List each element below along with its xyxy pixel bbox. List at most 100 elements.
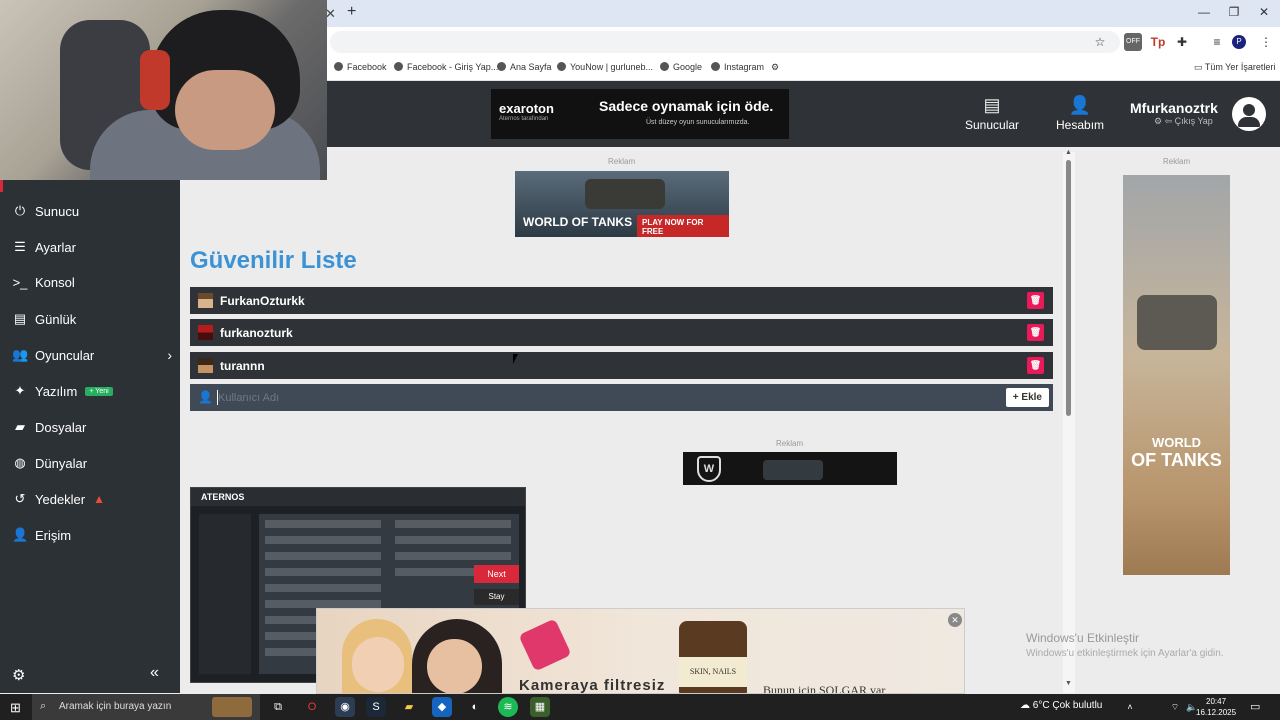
user-gear-icon: 👤 [1068, 95, 1092, 115]
avatar[interactable] [1232, 97, 1266, 131]
sidebar-item-console[interactable]: >_ Konsol [12, 275, 172, 290]
whitelist-row: furkanozturk 🗑 [190, 319, 1053, 346]
folder-icon: ▰ [15, 419, 25, 434]
page-scrollbar[interactable]: ▲ ▼ [1063, 149, 1075, 693]
solgar-bottom-ad[interactable]: SKIN, NAILS Kameraya filtresiz Bunun içi… [316, 608, 965, 694]
wot-banner-top[interactable]: WORLD OF TANKS PLAY NOW FOR FREE [515, 171, 729, 237]
spotify-icon[interactable]: ≋ [498, 697, 518, 717]
wot-banner-middle[interactable]: W [683, 452, 897, 485]
media-icon[interactable]: ≡ [1208, 33, 1226, 51]
sidebar-item-settings[interactable]: ☰ Ayarlar [12, 239, 172, 255]
notification-icon[interactable]: ▭ [1250, 700, 1260, 713]
stay-button[interactable]: Stay [474, 589, 519, 605]
trash-icon[interactable]: 🗑 [1027, 292, 1044, 309]
sidebar-item-worlds[interactable]: ◍ Dünyalar [12, 455, 172, 471]
scroll-down-icon[interactable]: ▼ [1065, 680, 1072, 687]
extension-tp-icon[interactable]: Tp [1149, 33, 1167, 51]
sidebar-item-access[interactable]: 👤 Erişim [12, 527, 172, 543]
google-icon [660, 62, 669, 71]
bookmark-facebook[interactable]: Facebook [334, 62, 387, 72]
ad-headline: Sadece oynamak için öde. [599, 98, 774, 114]
history-icon: ↺ [14, 491, 26, 506]
collapse-sidebar-icon[interactable]: « [150, 664, 159, 682]
taskbar-search[interactable]: ⌕ Aramak için buraya yazın [32, 694, 260, 720]
trash-icon[interactable]: 🗑 [1027, 357, 1044, 374]
window-close-icon[interactable]: ✕ [1252, 5, 1276, 19]
sidebar-item-files[interactable]: ▰ Dosyalar [12, 419, 172, 435]
windows-taskbar: ⊞ ⌕ Aramak için buraya yazın ⧉ O ◉ S ▰ ◆… [0, 694, 1280, 720]
weather-widget[interactable]: ☁ 6°C Çok bulutlu [1020, 700, 1102, 711]
wot-logo: WORLD OF TANKS [523, 215, 633, 229]
server-icon: ▤ [983, 95, 1001, 115]
close-ad-icon[interactable]: ✕ [948, 613, 962, 627]
whitelist-row: turannn 🗑 [190, 352, 1053, 379]
trash-icon[interactable]: 🗑 [1027, 324, 1044, 341]
restore-icon[interactable]: ❐ [1222, 5, 1246, 19]
bookmark-home[interactable]: Ana Sayfa [497, 62, 552, 72]
wot-skyscraper-ad[interactable]: WORLD OF TANKS [1123, 175, 1230, 575]
page-title: Güvenilir Liste [190, 247, 357, 274]
wot-shield-icon: W [697, 456, 721, 482]
add-button[interactable]: + Ekle [1005, 388, 1049, 407]
list-icon: ☰ [14, 239, 26, 254]
tray-arrow-icon[interactable]: ˄ [1120, 697, 1140, 717]
new-badge: + Yeni [85, 386, 113, 396]
bookmark-younow[interactable]: YouNow | gurluneb... [557, 62, 653, 72]
windows-start-icon[interactable]: ⊞ [10, 700, 21, 716]
extension-off-icon[interactable]: OFF [1124, 33, 1142, 51]
username: Mfurkanoztrk [1130, 100, 1218, 116]
username-input[interactable] [218, 388, 998, 407]
chrome-icon[interactable]: ◉ [335, 697, 355, 717]
servers-button[interactable]: ▤ Sunucular [965, 95, 1019, 132]
account-button[interactable]: 👤 Hesabım [1056, 95, 1104, 132]
file-explorer-icon[interactable]: ▰ [399, 697, 419, 717]
globe-icon [334, 62, 343, 71]
bookmark-settings-icon[interactable]: ⚙ [771, 62, 779, 73]
search-icon: ⌕ [40, 700, 47, 712]
minecraft-icon[interactable]: ▦ [530, 697, 550, 717]
steam-icon[interactable]: S [366, 697, 386, 717]
sidebar-item-server[interactable]: ⏻ Sunucu [12, 203, 172, 219]
task-view-icon[interactable]: ⧉ [268, 697, 288, 717]
right-ad-column: Reklam WORLD OF TANKS [1075, 147, 1280, 693]
sidebar-item-log[interactable]: ▤ Günlük [12, 311, 172, 327]
site-header: exaroton Aternos tarafından Sadece oynama… [327, 81, 1280, 147]
profile-icon[interactable]: P [1232, 35, 1246, 49]
aternos-logo: ATERNOS [201, 492, 245, 502]
menu-dots-icon[interactable]: ⋮ [1257, 33, 1275, 51]
globe-icon: ◍ [14, 455, 26, 470]
new-tab-icon[interactable]: + [347, 3, 356, 21]
obs-icon[interactable]: ◐ [465, 697, 485, 717]
user-lock-icon: 👤 [12, 527, 29, 542]
minimize-icon[interactable]: — [1192, 5, 1216, 19]
power-icon: ⏻ [14, 203, 26, 218]
logout-link[interactable]: ⚙ ⇦ Çıkış Yap [1154, 116, 1218, 127]
gear-icon[interactable]: ⚙ [12, 666, 25, 684]
ad-label: Reklam [776, 439, 804, 448]
bookmark-instagram[interactable]: Instagram [711, 62, 764, 72]
scroll-up-icon[interactable]: ▲ [1065, 149, 1072, 156]
sidebar-item-players[interactable]: 👥 Oyuncular › [12, 347, 172, 363]
supplement-jar: SKIN, NAILS [679, 621, 747, 693]
extensions-icon[interactable]: ✚ [1173, 33, 1191, 51]
ad-label: Reklam [608, 157, 636, 166]
star-icon[interactable]: ☆ [1091, 33, 1109, 51]
wot-logo: WORLD OF TANKS [1131, 435, 1222, 470]
exaroton-ad-banner[interactable]: exaroton Aternos tarafından Sadece oynama… [491, 89, 789, 139]
sidebar-item-software[interactable]: ✦ Yazılım + Yeni [12, 383, 172, 399]
ad-subline: Üst düzey oyun sunucularımızda. [646, 119, 750, 126]
next-button[interactable]: Next [474, 565, 519, 583]
bookmark-facebook-login[interactable]: Facebook - Giriş Yap... [394, 62, 498, 72]
file-icon: ▤ [13, 311, 27, 326]
clock[interactable]: 20:47 16.12.2025 [1196, 696, 1236, 718]
users-icon: 👥 [12, 347, 29, 362]
bookmark-google[interactable]: Google [660, 62, 702, 72]
player-head-icon [198, 358, 213, 373]
scrollbar-thumb[interactable] [1066, 160, 1071, 416]
sidebar-item-backups[interactable]: ↺ Yedekler ▲ [12, 491, 172, 507]
app-icon[interactable]: ◆ [432, 697, 452, 717]
all-bookmarks[interactable]: ▭ Tüm Yer İşaretleri [1194, 62, 1275, 73]
ad-label: Reklam [1163, 157, 1191, 166]
opera-icon[interactable]: O [302, 697, 322, 717]
omnibox[interactable] [330, 31, 1120, 53]
